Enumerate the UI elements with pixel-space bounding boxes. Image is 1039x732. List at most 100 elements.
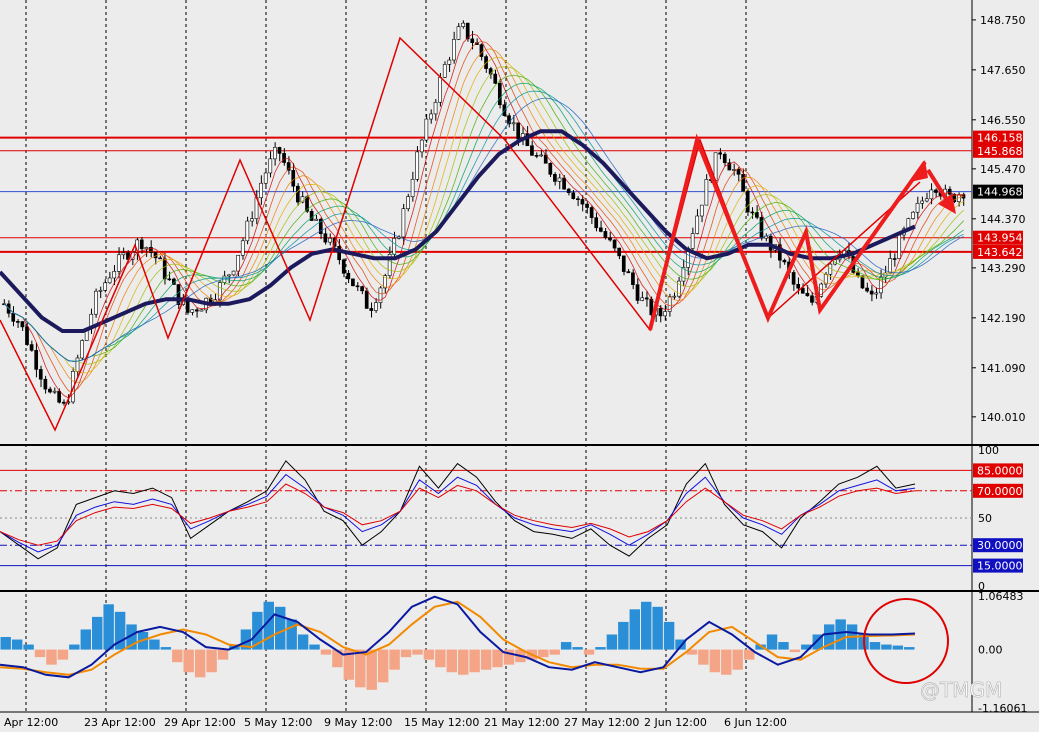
time-tick-label: Apr 12:00 [4,716,58,729]
candle-body [924,198,929,202]
time-tick-label: 5 May 12:00 [244,716,312,729]
macd-histogram-bar [80,629,91,650]
oscillator-tick-label: 100 [978,444,999,457]
candle-body [534,155,539,157]
candle-body [663,311,667,317]
candle-body [112,271,117,279]
candle-body [571,192,576,199]
candle-body [116,254,121,272]
candle-body [782,259,787,263]
candle-body [314,218,319,221]
candle-body [392,238,397,255]
macd-histogram-bar [904,647,915,650]
oscillator-level-label: 85.0000 [977,464,1023,477]
candle-body [419,139,424,153]
candle-body [167,278,172,281]
candle-body [718,152,723,155]
macd-histogram-bar [721,649,732,675]
candle-body [263,172,268,184]
oscillator-tick-label: 50 [978,512,992,525]
candle-body [911,211,915,219]
candle-body [690,233,695,249]
candle-body [273,147,277,160]
time-tick-label: 23 Apr 12:00 [84,716,156,729]
candle-body [810,295,814,303]
candle-body [48,388,52,393]
macd-histogram-bar [412,649,423,655]
candle-body [406,196,410,209]
candle-body [791,272,796,285]
candle-body [34,350,39,370]
macd-histogram-bar [766,634,778,650]
candle-body [947,188,952,195]
macd-histogram-bar [492,649,503,668]
macd-histogram-bar [183,649,194,673]
candle-body [369,308,374,311]
candle-body [658,307,663,317]
candle-body [43,378,48,390]
price-tick-label: 145.470 [980,163,1026,176]
price-tick-label: 148.750 [980,14,1026,27]
macd-histogram-bar [34,649,46,658]
candle-body [94,290,98,315]
candle-body [424,118,429,141]
candle-body [612,239,617,249]
macd-histogram-bar [560,642,572,650]
candle-body [38,369,43,380]
candle-body [755,212,759,218]
macd-histogram-bar [297,634,309,650]
macd-histogram-bar [206,649,217,673]
candle-body [25,326,29,345]
candle-body [644,297,649,300]
candle-body [240,240,245,256]
candle-body [29,344,34,351]
macd-histogram-bar [892,645,904,650]
candle-body [162,258,167,280]
candle-body [456,26,461,40]
candle-body [626,271,631,274]
trading-chart[interactable]: 146.158145.868 143.954143.642 144.968 148.7… [0,0,1039,732]
candle-body [548,162,553,175]
macd-histogram-bar [23,644,34,650]
candle-body [539,154,543,157]
candle-body [566,188,571,194]
candle-body [915,202,920,213]
macd-histogram-bar [572,647,583,650]
candle-body [603,231,608,238]
candle-body [594,217,599,229]
macd-histogram-bar [458,649,469,675]
candle-body [497,83,502,106]
candle-body [61,401,66,404]
candle-body [236,254,241,272]
candle-body [576,198,580,200]
candle-body [452,39,456,61]
candle-body [585,203,589,208]
candle-body [401,208,406,238]
macd-tick-label: -1.16061 [978,702,1027,715]
candle-body [722,153,727,164]
macd-histogram-bar [377,649,389,683]
candle-body [139,239,144,250]
candle-body [516,122,521,140]
time-tick-label: 27 May 12:00 [564,716,639,729]
candle-body [341,259,346,274]
candle-body [511,122,516,125]
macd-histogram-bar [629,609,640,650]
macd-histogram-bar [435,649,446,668]
candle-body [470,38,475,44]
candle-body [732,169,736,171]
macd-histogram-bar [160,647,172,650]
candle-body [107,277,112,284]
macd-histogram-bar [881,644,892,650]
macd-histogram-bar [286,619,297,650]
macd-histogram-bar [275,606,286,650]
macd-histogram-bar [549,649,560,655]
price-tick-label: 147.650 [980,64,1026,77]
candle-body [621,255,626,272]
candle-body [562,177,566,190]
macd-histogram-bar [320,649,332,655]
candle-body [121,252,126,256]
candle-body [355,285,360,288]
candle-body [75,357,80,372]
candle-body [557,177,562,182]
